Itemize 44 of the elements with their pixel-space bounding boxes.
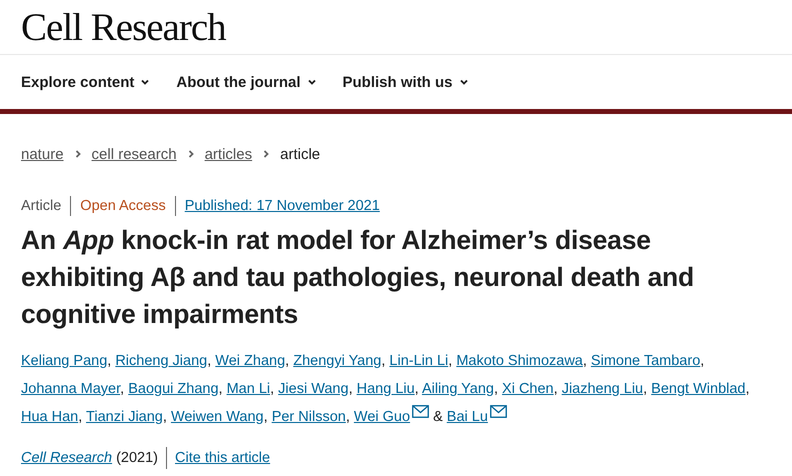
mail-icon[interactable]	[490, 405, 507, 418]
nav-menu-button[interactable]: Explore content	[21, 74, 150, 90]
article-type: Article	[21, 196, 62, 216]
mail-icon[interactable]	[412, 405, 430, 418]
published-date-link[interactable]: Published: 17 November 2021	[174, 196, 380, 216]
nav-menu-button[interactable]: About the journal	[176, 74, 317, 90]
author-link[interactable]: Baogui Zhang	[128, 381, 219, 397]
author-link[interactable]: Bengt Winblad	[651, 381, 746, 397]
author-link[interactable]: Xi Chen	[502, 381, 554, 397]
author-link[interactable]: Tianzi Jiang	[86, 409, 163, 425]
author-link[interactable]: Weiwen Wang	[170, 409, 264, 425]
author-link[interactable]: Simone Tambaro	[590, 353, 700, 369]
breadcrumb-link[interactable]: nature	[21, 146, 64, 162]
nav-menu-button[interactable]: Publish with us	[342, 74, 469, 90]
chevron-right-icon	[261, 149, 272, 159]
author-link[interactable]: Richeng Jiang	[115, 353, 208, 369]
author-link[interactable]: Hang Liu	[356, 381, 415, 397]
author-link[interactable]: Per Nilsson	[272, 409, 346, 425]
author-link[interactable]: Johanna Mayer	[21, 381, 120, 397]
cite-article-link[interactable]: Cite this article	[175, 450, 270, 466]
breadcrumb-current: article	[280, 146, 320, 162]
author-link[interactable]: Wei Guo	[354, 409, 430, 425]
breadcrumb-link[interactable]: cell research	[92, 146, 177, 162]
open-access-label: Open Access	[70, 196, 175, 216]
author-list: Keliang Pang, Richeng Jiang, Wei Zhang, Zhengyi Yang, Lin-Lin Li, Makoto Shimozawa, Simone Tambaro, Johanna Mayer, Baogui Zhang, Man Li, Jiesi Wang, Hang Liu, Ailing Yang, Xi Chen, Jiazheng Liu, Bengt Winblad, Hua Han, Tianzi Jiang, Weiwen Wang, Per Nilsson, Wei Guo & Bai Lu	[21, 347, 771, 431]
breadcrumb-link[interactable]: articles	[204, 146, 252, 162]
author-link[interactable]: Wei Zhang	[215, 353, 286, 369]
author-link[interactable]: Hua Han	[21, 409, 78, 425]
journal-logo[interactable]: Cell Research	[21, 6, 226, 49]
author-link[interactable]: Man Li	[226, 381, 270, 397]
author-link[interactable]: Makoto Shimozawa	[456, 353, 583, 369]
author-link[interactable]: Bai Lu	[446, 409, 507, 425]
author-link[interactable]: Keliang Pang	[21, 353, 108, 369]
chevron-down-icon	[458, 77, 469, 87]
author-link[interactable]: Jiazheng Liu	[562, 381, 644, 397]
article-title: An App knock-in rat model for Alzheimer’s disease exhibiting Aβ and tau pathologies, neuronal death and cognitive impairments	[21, 224, 696, 331]
author-link[interactable]: Zhengyi Yang	[293, 353, 382, 369]
author-link[interactable]: Ailing Yang	[422, 381, 494, 397]
journal-link[interactable]: Cell Research	[21, 450, 112, 466]
chevron-down-icon	[140, 77, 150, 87]
chevron-down-icon	[306, 77, 317, 87]
author-link[interactable]: Jiesi Wang	[278, 381, 349, 397]
publication-year: (2021)	[116, 447, 167, 469]
author-link[interactable]: Lin-Lin Li	[389, 353, 448, 369]
